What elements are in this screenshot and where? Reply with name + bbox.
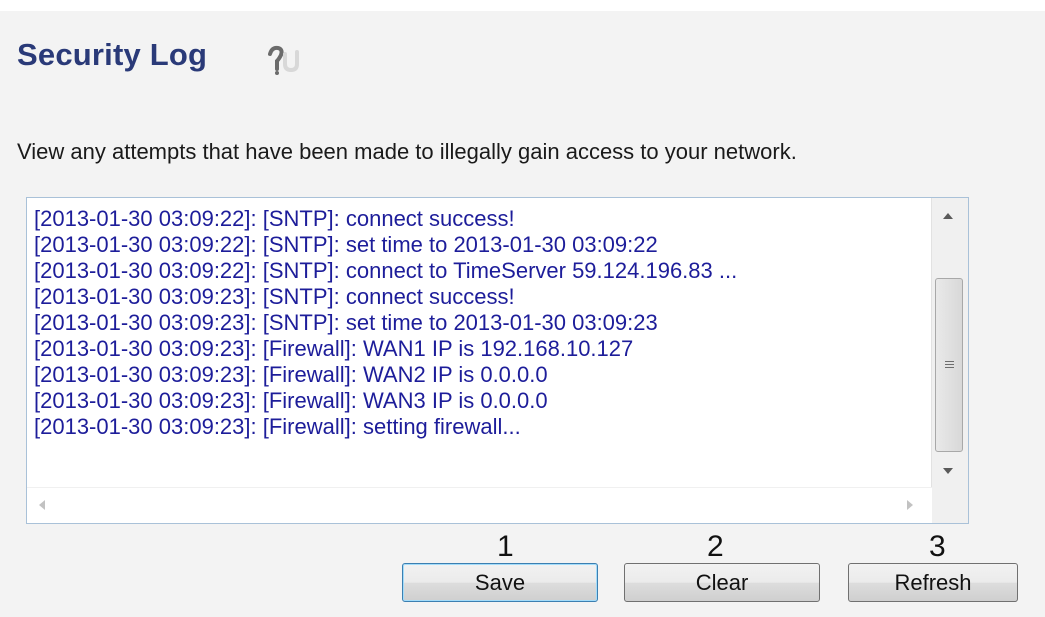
security-log-textarea[interactable]: [2013-01-30 03:09:22]: [SNTP]: connect s…: [26, 197, 969, 524]
log-lines: [2013-01-30 03:09:22]: [SNTP]: connect s…: [34, 206, 737, 440]
horizontal-scrollbar[interactable]: [27, 487, 934, 523]
scrollbar-corner: [932, 488, 968, 523]
chevron-right-icon[interactable]: [907, 500, 913, 510]
log-line: [2013-01-30 03:09:22]: [SNTP]: connect s…: [34, 206, 515, 231]
annotation-marker-1: 1: [497, 530, 514, 563]
log-line: [2013-01-30 03:09:23]: [Firewall]: setti…: [34, 414, 521, 439]
log-line: [2013-01-30 03:09:22]: [SNTP]: connect t…: [34, 258, 738, 283]
refresh-button[interactable]: Refresh: [848, 563, 1018, 602]
security-log-panel: Security Log View any attempts that have…: [0, 11, 1045, 617]
clear-button[interactable]: Clear: [624, 563, 820, 602]
chevron-down-icon[interactable]: [943, 468, 953, 474]
grip-icon: [945, 361, 954, 368]
log-line: [2013-01-30 03:09:23]: [SNTP]: connect s…: [34, 284, 515, 309]
page-description: View any attempts that have been made to…: [17, 139, 797, 164]
log-line: [2013-01-30 03:09:23]: [Firewall]: WAN3 …: [34, 388, 548, 413]
log-line: [2013-01-30 03:09:23]: [Firewall]: WAN1 …: [34, 336, 634, 361]
help-icon[interactable]: [264, 42, 302, 76]
chevron-left-icon[interactable]: [39, 500, 45, 510]
log-line: [2013-01-30 03:09:22]: [SNTP]: set time …: [34, 232, 658, 257]
vertical-scrollbar[interactable]: [931, 198, 968, 489]
log-line: [2013-01-30 03:09:23]: [SNTP]: set time …: [34, 310, 658, 335]
annotation-marker-2: 2: [707, 530, 724, 563]
vertical-scroll-thumb[interactable]: [935, 278, 963, 452]
annotation-marker-3: 3: [929, 530, 946, 563]
save-button[interactable]: Save: [402, 563, 598, 602]
chevron-up-icon[interactable]: [943, 213, 953, 219]
log-line: [2013-01-30 03:09:23]: [Firewall]: WAN2 …: [34, 362, 548, 387]
page-title: Security Log: [17, 37, 208, 72]
